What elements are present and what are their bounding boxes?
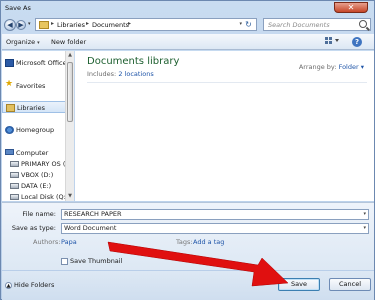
authors-value[interactable]: Papa [61,238,77,246]
save-button[interactable]: Save [278,278,320,291]
library-icon [6,104,15,112]
change-view-icon[interactable] [325,37,343,47]
chevron-down-icon[interactable]: ▾ [363,224,366,233]
locations-link[interactable]: 2 locations [118,70,153,78]
chevron-down-icon: ▾ [37,40,40,46]
save-type-label: Save as type: [11,224,56,232]
close-button[interactable]: ✕ [334,2,368,13]
nav-item-label: Local Disk (Q:) [21,193,69,201]
nav-item-label: Homegroup [16,126,55,134]
nav-item-homegroup[interactable]: Homegroup [2,124,73,136]
save-type-select[interactable]: Word Document ▾ [61,223,369,234]
navigation-pane: Microsoft Office W ★ Favorites Libraries… [2,51,74,201]
homegroup-icon [5,126,14,134]
save-thumbnail-checkbox[interactable] [61,258,68,265]
dialog-footer: ▲ Hide Folders Save Cancel [2,271,374,300]
arrange-value: Folder [338,63,359,71]
includes-label: Includes: [87,70,117,78]
arrange-by: Arrange by: Folder ▾ [299,63,364,71]
tags-value[interactable]: Add a tag [193,238,224,246]
drive-icon [10,172,19,178]
nav-item-label: Libraries [17,104,46,112]
nav-item-label: VBOX (D:) [21,171,54,179]
search-icon [359,20,367,28]
save-as-dialog: Save As ✕ ◀ ▶ ▾ ▸ Libraries ▸ Documents … [0,0,375,300]
breadcrumb-separator[interactable]: ▸ [51,20,54,27]
scroll-down-icon[interactable]: ▼ [66,192,74,201]
organize-button[interactable]: Organize ▾ [6,38,40,46]
window-title: Save As [5,4,31,12]
chevron-up-icon: ▲ [5,282,12,289]
search-input[interactable]: Search Documents [263,18,371,31]
scroll-up-icon[interactable]: ▲ [66,51,74,60]
breadcrumb-separator[interactable]: ▸ [86,20,89,27]
library-includes: Includes: 2 locations [87,70,154,78]
save-thumbnail-label[interactable]: Save Thumbnail [70,257,122,265]
tags-label: Tags: [176,238,193,246]
save-type-value: Word Document [64,224,117,232]
file-name-field[interactable]: RESEARCH PAPER ▾ [61,209,369,220]
nav-item-label: Computer [16,149,49,157]
authors-label: Authors: [33,238,61,246]
organize-label: Organize [6,38,36,46]
nav-item-label: Favorites [16,82,46,90]
arrange-dropdown[interactable]: Folder ▾ [339,63,364,71]
library-title: Documents library [87,56,180,67]
drive-icon [10,194,19,200]
breadcrumb-separator[interactable]: ▸ [128,20,131,27]
file-list-pane[interactable]: Documents library Includes: 2 locations … [75,51,374,201]
nav-item-office[interactable]: Microsoft Office W [2,57,73,69]
arrange-label: Arrange by: [298,63,337,71]
nav-item-drive-q[interactable]: Local Disk (Q:) [2,191,73,201]
back-button[interactable]: ◀ [4,19,16,31]
save-details-panel: File name: RESEARCH PAPER ▾ Save as type… [2,202,374,270]
nav-item-label: DATA (E:) [21,182,52,190]
new-folder-button[interactable]: New folder [51,38,86,46]
computer-icon [5,149,14,155]
drive-icon [10,183,19,189]
nav-scrollbar[interactable]: ▲ ▼ [65,51,74,201]
file-name-label: File name: [22,210,56,218]
word-icon [5,59,14,67]
divider [87,82,367,83]
hide-folders-button[interactable]: ▲ Hide Folders [5,281,54,289]
cancel-button[interactable]: Cancel [329,278,371,291]
scrollbar-thumb[interactable] [67,62,73,122]
chevron-down-icon[interactable]: ▾ [363,210,366,219]
folder-icon [39,21,49,29]
breadcrumb-documents[interactable]: Documents [92,21,129,29]
nav-item-favorites[interactable]: ★ Favorites [2,80,73,92]
address-dropdown-icon[interactable]: ▾ [239,21,242,27]
drive-icon [10,161,19,167]
title-bar: Save As ✕ [1,1,374,15]
address-bar: ◀ ▶ ▾ ▸ Libraries ▸ Documents ▸ ▾ ↻ Sear… [1,16,374,33]
file-name-value: RESEARCH PAPER [64,210,122,218]
command-toolbar: Organize ▾ New folder ? [2,34,374,50]
chevron-down-icon: ▾ [360,63,364,71]
hide-folders-label: Hide Folders [14,281,55,289]
breadcrumb-libraries[interactable]: Libraries [57,21,85,29]
help-button[interactable]: ? [352,37,362,47]
star-icon: ★ [5,80,14,89]
address-field[interactable]: ▸ Libraries ▸ Documents ▸ ▾ ↻ [35,18,257,31]
forward-button[interactable]: ▶ [16,20,26,30]
recent-pages-dropdown-icon[interactable]: ▾ [28,21,31,27]
search-placeholder: Search Documents [268,21,330,29]
refresh-icon[interactable]: ↻ [243,20,254,30]
nav-item-libraries[interactable]: Libraries [2,101,73,113]
